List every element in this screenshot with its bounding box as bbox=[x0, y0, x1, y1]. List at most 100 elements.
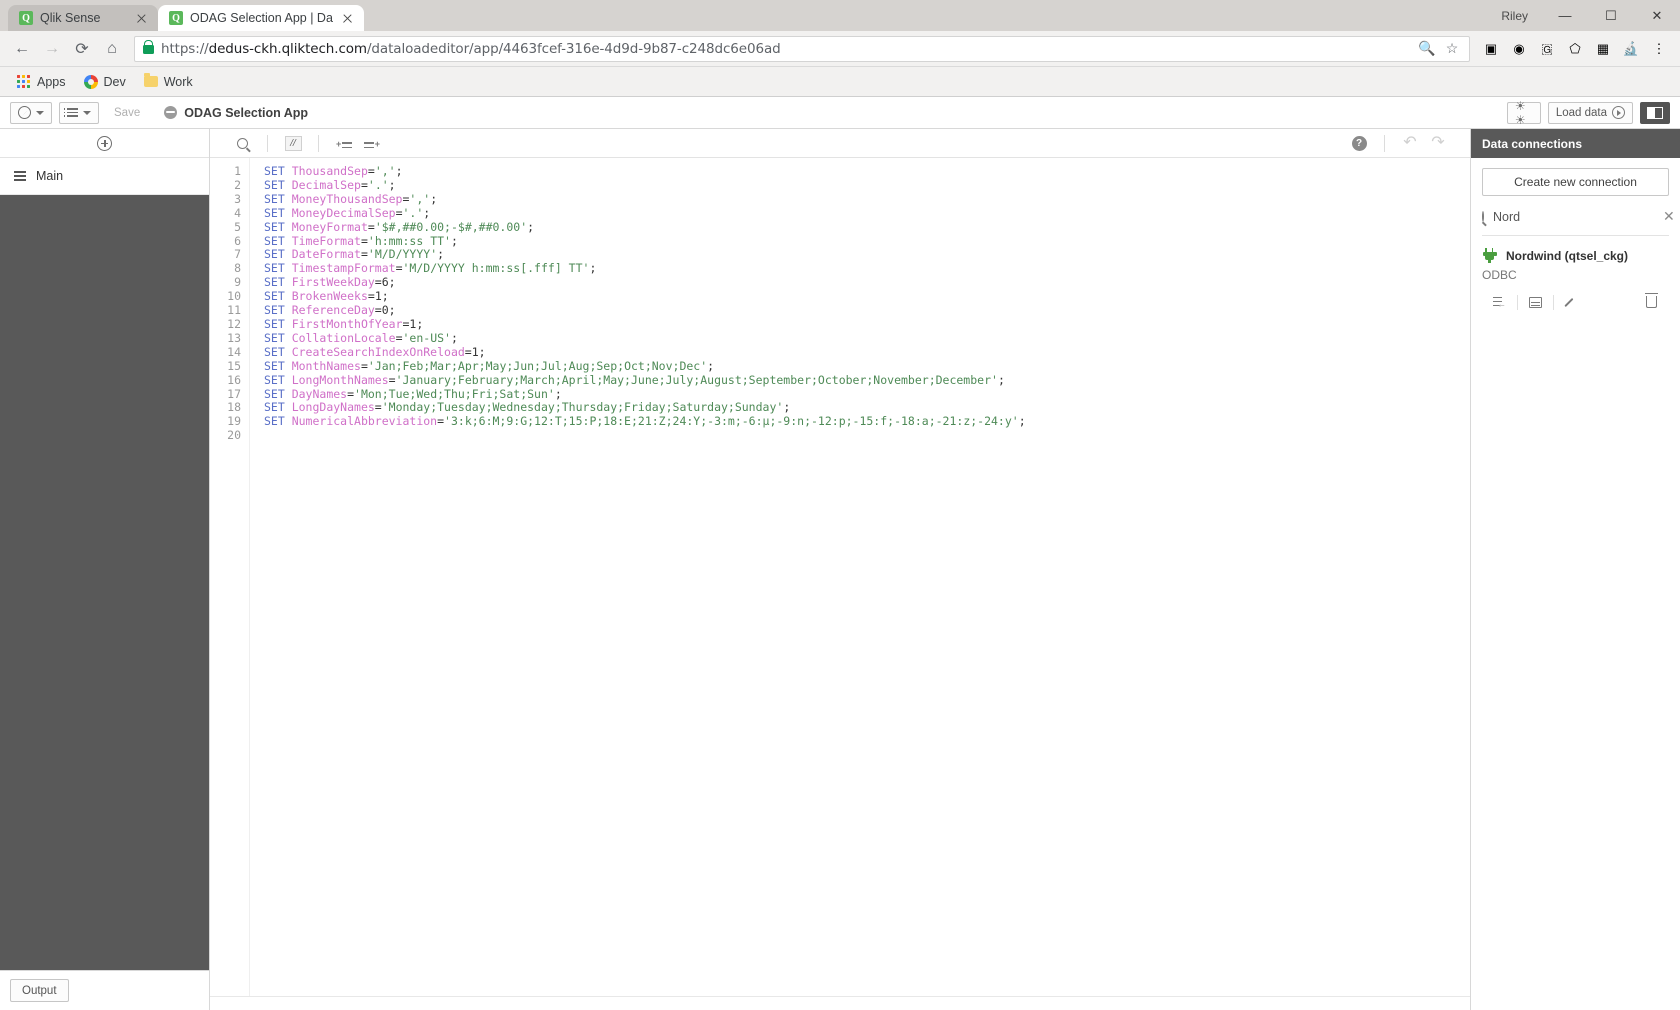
bookmark-work[interactable]: Work bbox=[137, 72, 200, 92]
select-data-icon[interactable]: ← bbox=[1482, 291, 1517, 313]
line-number: 3 bbox=[234, 191, 241, 206]
bookmark-star-icon[interactable]: ☆ bbox=[1443, 40, 1461, 57]
search-input[interactable] bbox=[1493, 209, 1654, 224]
profile-icon[interactable]: ◉ bbox=[1506, 36, 1532, 62]
browser-tab-odag-selection-app[interactable]: Q ODAG Selection App | Da bbox=[158, 5, 364, 31]
bookmark-dev[interactable]: Dev bbox=[77, 72, 133, 92]
bookmark-label: Apps bbox=[37, 74, 66, 89]
qlik-favicon: Q bbox=[19, 11, 33, 25]
navigation-dropdown-button[interactable] bbox=[10, 101, 52, 124]
editor-toolbar: // + + ? ↶ ↷ bbox=[210, 129, 1470, 158]
sections-footer: Output bbox=[0, 970, 209, 1010]
insert-script-icon[interactable] bbox=[1518, 291, 1553, 313]
close-window-icon[interactable]: ✕ bbox=[1634, 0, 1680, 31]
forward-icon[interactable]: → bbox=[38, 35, 66, 63]
code-line: SET CreateSearchIndexOnReload=1; bbox=[264, 344, 486, 359]
bookmark-apps[interactable]: Apps bbox=[10, 72, 73, 92]
toolbar-divider bbox=[1384, 134, 1385, 152]
maximize-icon[interactable]: ☐ bbox=[1588, 0, 1634, 31]
undo-icon[interactable]: ↶ bbox=[1396, 132, 1424, 154]
code-line: SET FirstWeekDay=6; bbox=[264, 275, 396, 290]
code-area[interactable]: 1 2 3 4 5 6 7 8 9 10 11 12 13 14 15 16 17 18 19 20 SET Thou… bbox=[210, 158, 1470, 996]
search-icon[interactable] bbox=[228, 132, 256, 154]
code-line: SET NumericalAbbreviation='3:k;6:M;9:G;1… bbox=[264, 414, 1026, 429]
qlik-data-load-editor: Save ODAG Selection App ☀☀ Load data Mai… bbox=[0, 97, 1680, 1010]
redo-icon[interactable]: ↷ bbox=[1424, 132, 1452, 154]
menu-icon[interactable]: ⋮ bbox=[1646, 36, 1672, 62]
lab-icon[interactable]: 🔬 bbox=[1618, 36, 1644, 62]
line-number: 20 bbox=[227, 428, 241, 443]
data-connections-body: Create new connection ✕ bbox=[1471, 158, 1680, 236]
help-icon[interactable]: ? bbox=[1345, 132, 1373, 154]
sheets-dropdown-button[interactable] bbox=[59, 101, 99, 124]
back-icon[interactable]: ← bbox=[8, 35, 36, 63]
right-panel-toggle-button[interactable] bbox=[1640, 101, 1670, 124]
zoom-icon[interactable]: 🔍 bbox=[1418, 40, 1436, 57]
minimize-icon[interactable]: — bbox=[1542, 0, 1588, 31]
delete-icon[interactable] bbox=[1634, 291, 1669, 313]
bookmark-label: Dev bbox=[103, 74, 126, 89]
line-number: 10 bbox=[227, 289, 241, 304]
add-section-icon[interactable] bbox=[97, 135, 112, 151]
outdent-icon[interactable]: + bbox=[358, 132, 386, 154]
code-line: SET ThousandSep=','; bbox=[264, 164, 403, 178]
editor-toolbar-right: ? ↶ ↷ bbox=[1345, 132, 1452, 154]
data-connections-header: Data connections bbox=[1471, 129, 1680, 158]
edit-icon[interactable] bbox=[1554, 291, 1589, 313]
connection-type: ODBC bbox=[1482, 268, 1517, 282]
code-line: SET MoneyThousandSep=','; bbox=[264, 191, 438, 206]
qlik-favicon: Q bbox=[169, 11, 183, 25]
debug-button[interactable]: ☀☀ bbox=[1506, 99, 1541, 127]
browser-tab-qlik-sense[interactable]: Q Qlik Sense bbox=[8, 5, 158, 31]
line-number: 7 bbox=[234, 247, 241, 262]
google-icon bbox=[83, 74, 98, 89]
line-number: 1 bbox=[234, 164, 241, 178]
box-icon[interactable]: ⬠ bbox=[1562, 36, 1588, 62]
horizontal-scrollbar[interactable] bbox=[210, 996, 1470, 1010]
extension-icon[interactable]: ▣ bbox=[1478, 36, 1504, 62]
data-connections-panel: Data connections Create new connection ✕… bbox=[1470, 129, 1680, 1010]
code-line: SET FirstMonthOfYear=1; bbox=[264, 316, 424, 331]
folder-icon bbox=[143, 73, 158, 87]
connection-list-item[interactable]: Nordwind (qtsel_ckg) ODBC ← bbox=[1471, 236, 1680, 313]
code-line: SET BrokenWeeks=1; bbox=[264, 289, 389, 304]
close-icon[interactable] bbox=[134, 11, 149, 26]
output-button[interactable]: Output bbox=[10, 979, 69, 1002]
close-icon[interactable] bbox=[340, 11, 355, 26]
sidebar-item-main[interactable]: Main bbox=[0, 158, 209, 195]
home-icon[interactable]: ⌂ bbox=[98, 35, 126, 63]
code-content[interactable]: SET ThousandSep=','; SET DecimalSep='.'; S… bbox=[250, 158, 1470, 996]
app-title: ODAG Selection App bbox=[164, 106, 308, 120]
code-line: SET DecimalSep='.'; bbox=[264, 177, 396, 192]
grid-icon[interactable]: ▦ bbox=[1590, 36, 1616, 62]
code-line: SET DateFormat='M/D/YYYY'; bbox=[264, 247, 445, 262]
tab-title: ODAG Selection App | Da bbox=[190, 11, 333, 25]
line-number: 12 bbox=[227, 316, 241, 331]
load-data-button[interactable]: Load data bbox=[1547, 101, 1633, 124]
app-body: Main Output // + + ? ↶ ↷ 1 2 3 4 5 6 7 8… bbox=[0, 129, 1680, 1010]
toolbar-divider bbox=[267, 134, 268, 152]
line-number: 8 bbox=[234, 261, 241, 276]
window-user-label[interactable]: Riley bbox=[1487, 9, 1542, 23]
line-number: 6 bbox=[234, 233, 241, 248]
flag-icon[interactable]: 🇬 bbox=[1534, 36, 1560, 62]
url-path: /dataloadeditor/app/4463fcef-316e-4d9d-9… bbox=[366, 40, 781, 57]
comment-icon[interactable]: // bbox=[279, 132, 307, 154]
bookmarks-bar: Apps Dev Work bbox=[0, 67, 1680, 97]
code-line: SET LongMonthNames='January;February;Mar… bbox=[264, 372, 1005, 387]
url-domain: dedus-ckh.qliktech.com bbox=[208, 40, 367, 57]
code-line: SET TimeFormat='h:mm:ss TT'; bbox=[264, 233, 458, 248]
indent-icon[interactable]: + bbox=[330, 132, 358, 154]
url-scheme: https:// bbox=[161, 40, 209, 57]
reload-icon[interactable]: ⟳ bbox=[68, 35, 96, 63]
address-bar[interactable]: https://dedus-ckh.qliktech.com/dataloade… bbox=[134, 35, 1470, 62]
create-new-connection-button[interactable]: Create new connection bbox=[1482, 168, 1669, 196]
close-icon[interactable]: ✕ bbox=[1663, 208, 1675, 225]
line-number: 9 bbox=[234, 275, 241, 290]
save-button[interactable]: Save bbox=[106, 102, 148, 124]
line-number: 16 bbox=[227, 372, 241, 387]
connection-actions: ← bbox=[1482, 291, 1669, 313]
sections-pane: Main Output bbox=[0, 129, 210, 1010]
tab-title: Qlik Sense bbox=[40, 11, 101, 25]
